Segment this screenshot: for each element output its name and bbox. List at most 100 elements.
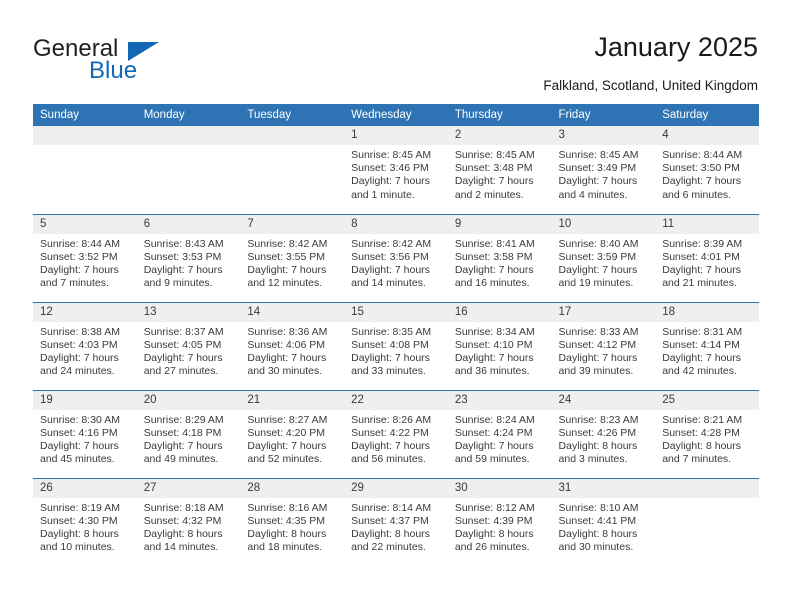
day-daylight1-text: Daylight: 7 hours — [454, 175, 534, 188]
day-number: 25 — [655, 390, 759, 410]
day-daylight1-text: Daylight: 7 hours — [351, 351, 430, 364]
day-sunrise-text: Sunrise: 8:42 AM — [351, 237, 432, 250]
day-number: 31 — [551, 478, 656, 498]
day-daylight2-text: and 24 minutes. — [40, 365, 115, 378]
day-sunset-text: Sunset: 4:12 PM — [558, 338, 637, 351]
day-details: Sunrise: 8:33 AM Sunset: 4:12 PM Daylight:… — [552, 322, 656, 379]
day-daylight1-text: Daylight: 8 hours — [558, 527, 638, 540]
day-daylight2-text: and 14 minutes. — [351, 277, 426, 290]
calendar-day-cell[interactable]: 11 Sunrise: 8:39 AM Sunset: 4:01 PM Dayligh… — [655, 213, 759, 302]
day-details: Sunrise: 8:45 AM Sunset: 3:48 PM Daylight:… — [448, 145, 552, 202]
day-details: Sunrise: 8:45 AM Sunset: 3:46 PM Daylight:… — [344, 145, 448, 202]
day-details: Sunrise: 8:26 AM Sunset: 4:22 PM Daylight:… — [344, 410, 448, 467]
day-sunrise-text: Sunrise: 8:45 AM — [454, 149, 535, 161]
calendar-day-cell[interactable]: 29 Sunrise: 8:14 AM Sunset: 4:37 PM Dayligh… — [344, 477, 448, 566]
day-daylight2-text: and 7 minutes. — [40, 277, 109, 290]
calendar-day-cell[interactable]: 3 Sunrise: 8:45 AM Sunset: 3:49 PM Daylight… — [551, 126, 656, 214]
calendar-day-cell[interactable]: 15 Sunrise: 8:35 AM Sunset: 4:08 PM Dayligh… — [344, 301, 448, 390]
day-number: 14 — [240, 302, 345, 322]
day-number: 20 — [136, 390, 241, 410]
calendar-day-cell[interactable]: 22 Sunrise: 8:26 AM Sunset: 4:22 PM Dayligh… — [344, 389, 448, 478]
day-sunset-text: Sunset: 4:06 PM — [247, 338, 326, 351]
day-sunrise-text: Sunrise: 8:38 AM — [40, 325, 120, 338]
day-daylight2-text: and 7 minutes. — [662, 453, 732, 466]
calendar-day-cell[interactable]: 16 Sunrise: 8:34 AM Sunset: 4:10 PM Dayligh… — [447, 301, 552, 390]
day-sunrise-text: Sunrise: 8:30 AM — [40, 413, 120, 426]
calendar-day-cell[interactable]: 7 Sunrise: 8:42 AM Sunset: 3:55 PM Daylight… — [240, 213, 345, 302]
day-details: Sunrise: 8:29 AM Sunset: 4:18 PM Daylight:… — [137, 410, 241, 467]
calendar-day-cell[interactable]: 30 Sunrise: 8:12 AM Sunset: 4:39 PM Dayligh… — [447, 477, 552, 566]
day-sunrise-text: Sunrise: 8:16 AM — [247, 501, 328, 514]
day-sunrise-text: Sunrise: 8:37 AM — [143, 325, 224, 338]
day-daylight2-text: and 19 minutes. — [558, 277, 634, 290]
calendar-week-row: 12 Sunrise: 8:38 AM Sunset: 4:03 PM Dayligh… — [33, 301, 759, 390]
day-daylight1-text: Daylight: 8 hours — [558, 439, 638, 452]
calendar-day-cell[interactable]: 18 Sunrise: 8:31 AM Sunset: 4:14 PM Dayligh… — [655, 301, 759, 390]
day-sunset-text: Sunset: 4:16 PM — [40, 426, 118, 439]
day-daylight1-text: Daylight: 7 hours — [143, 439, 223, 452]
day-sunset-text: Sunset: 3:46 PM — [351, 162, 429, 175]
day-daylight2-text: and 49 minutes. — [143, 453, 219, 466]
day-details: Sunrise: 8:27 AM Sunset: 4:20 PM Daylight:… — [240, 410, 344, 467]
day-number: 24 — [551, 390, 656, 410]
day-sunset-text: Sunset: 4:35 PM — [247, 514, 326, 527]
day-sunset-text: Sunset: 4:37 PM — [351, 514, 429, 527]
day-details: Sunrise: 8:30 AM Sunset: 4:16 PM Daylight:… — [33, 410, 137, 467]
day-number: 12 — [33, 302, 137, 322]
calendar-day-cell[interactable]: 20 Sunrise: 8:29 AM Sunset: 4:18 PM Dayligh… — [136, 389, 241, 478]
day-sunset-text: Sunset: 3:53 PM — [143, 250, 222, 263]
calendar-day-cell[interactable]: 28 Sunrise: 8:16 AM Sunset: 4:35 PM Dayligh… — [240, 477, 345, 566]
day-daylight2-text: and 3 minutes. — [558, 453, 628, 466]
calendar-day-cell[interactable]: 5 Sunrise: 8:44 AM Sunset: 3:52 PM Daylight… — [33, 213, 137, 302]
day-daylight2-text: and 52 minutes. — [247, 453, 323, 466]
calendar-day-cell[interactable]: 6 Sunrise: 8:43 AM Sunset: 3:53 PM Daylight… — [136, 213, 241, 302]
calendar-day-cell[interactable]: 13 Sunrise: 8:37 AM Sunset: 4:05 PM Dayligh… — [136, 301, 241, 390]
calendar-day-cell[interactable]: 27 Sunrise: 8:18 AM Sunset: 4:32 PM Dayligh… — [136, 477, 241, 566]
day-sunset-text: Sunset: 4:24 PM — [454, 426, 533, 439]
calendar-day-cell[interactable]: 8 Sunrise: 8:42 AM Sunset: 3:56 PM Daylight… — [344, 213, 448, 302]
day-details: Sunrise: 8:34 AM Sunset: 4:10 PM Daylight:… — [448, 322, 552, 379]
day-daylight2-text: and 27 minutes. — [143, 365, 219, 378]
calendar-day-cell[interactable]: 12 Sunrise: 8:38 AM Sunset: 4:03 PM Dayligh… — [33, 301, 137, 390]
brand-logo[interactable]: General Blue — [33, 36, 233, 84]
day-sunset-text: Sunset: 4:41 PM — [558, 514, 637, 527]
page-header: General Blue January 2025 Falkland, Scot… — [0, 0, 792, 104]
day-number: 23 — [447, 390, 552, 410]
day-details: Sunrise: 8:35 AM Sunset: 4:08 PM Daylight:… — [344, 322, 448, 379]
calendar-day-cell[interactable]: 4 Sunrise: 8:44 AM Sunset: 3:50 PM Daylight… — [655, 126, 759, 214]
day-sunrise-text: Sunrise: 8:35 AM — [351, 325, 432, 338]
day-number: 19 — [33, 390, 137, 410]
day-daylight1-text: Daylight: 7 hours — [247, 263, 327, 276]
day-number: 17 — [551, 302, 656, 322]
calendar-day-cell[interactable]: 1 Sunrise: 8:45 AM Sunset: 3:46 PM Daylight… — [344, 126, 448, 214]
day-daylight1-text: Daylight: 8 hours — [40, 527, 119, 540]
day-sunset-text: Sunset: 3:56 PM — [351, 250, 429, 263]
day-sunrise-text: Sunrise: 8:36 AM — [247, 325, 328, 338]
calendar-day-cell[interactable]: 24 Sunrise: 8:23 AM Sunset: 4:26 PM Dayligh… — [551, 389, 656, 478]
day-sunrise-text: Sunrise: 8:12 AM — [454, 501, 535, 514]
day-daylight2-text: and 14 minutes. — [143, 541, 219, 554]
calendar-day-cell[interactable]: 25 Sunrise: 8:21 AM Sunset: 4:28 PM Dayligh… — [655, 389, 759, 478]
day-daylight1-text: Daylight: 7 hours — [143, 263, 223, 276]
day-details: Sunrise: 8:43 AM Sunset: 3:53 PM Daylight:… — [137, 234, 241, 291]
calendar-day-cell[interactable]: 17 Sunrise: 8:33 AM Sunset: 4:12 PM Dayligh… — [551, 301, 656, 390]
day-sunrise-text: Sunrise: 8:45 AM — [351, 149, 432, 161]
calendar-day-cell[interactable]: 9 Sunrise: 8:41 AM Sunset: 3:58 PM Daylight… — [447, 213, 552, 302]
day-sunrise-text: Sunrise: 8:45 AM — [558, 149, 639, 161]
calendar-day-cell[interactable]: 21 Sunrise: 8:27 AM Sunset: 4:20 PM Dayligh… — [240, 389, 345, 478]
day-sunset-text: Sunset: 4:03 PM — [40, 338, 118, 351]
day-number: 22 — [344, 390, 448, 410]
calendar-day-cell[interactable]: 31 Sunrise: 8:10 AM Sunset: 4:41 PM Dayligh… — [551, 477, 656, 566]
calendar-day-cell[interactable]: 2 Sunrise: 8:45 AM Sunset: 3:48 PM Daylight… — [447, 126, 552, 214]
day-daylight1-text: Daylight: 8 hours — [351, 527, 430, 540]
day-daylight1-text: Daylight: 7 hours — [662, 175, 742, 188]
calendar-day-cell[interactable]: 10 Sunrise: 8:40 AM Sunset: 3:59 PM Dayligh… — [551, 213, 656, 302]
day-number: 21 — [240, 390, 345, 410]
calendar-day-cell[interactable]: 19 Sunrise: 8:30 AM Sunset: 4:16 PM Dayligh… — [33, 389, 137, 478]
calendar-day-cell[interactable]: 23 Sunrise: 8:24 AM Sunset: 4:24 PM Dayligh… — [447, 389, 552, 478]
day-details: Sunrise: 8:16 AM Sunset: 4:35 PM Daylight:… — [240, 498, 344, 555]
calendar-day-cell[interactable]: 26 Sunrise: 8:19 AM Sunset: 4:30 PM Dayligh… — [33, 477, 137, 566]
calendar-day-cell[interactable]: 14 Sunrise: 8:36 AM Sunset: 4:06 PM Dayligh… — [240, 301, 345, 390]
day-sunset-text: Sunset: 4:30 PM — [40, 514, 118, 527]
day-sunset-text: Sunset: 4:10 PM — [454, 338, 533, 351]
